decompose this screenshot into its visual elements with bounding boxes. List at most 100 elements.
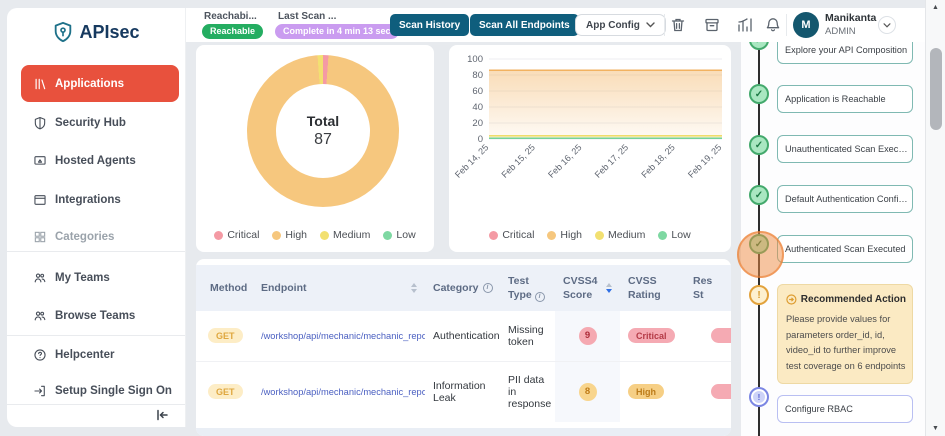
- archive-icon[interactable]: [703, 16, 721, 34]
- chevron-down-icon: [883, 23, 891, 28]
- page-scrollbar[interactable]: ▲ ▼: [925, 0, 945, 436]
- analytics-icon[interactable]: [736, 16, 754, 34]
- timeline-step-unauth-scan[interactable]: Unauthenticated Scan Executed: [777, 135, 913, 163]
- timeline-step-default-auth[interactable]: Default Authentication Configu...: [777, 185, 913, 213]
- sidebar-item-applications[interactable]: Applications: [21, 65, 179, 102]
- severity-trend-chart[interactable]: 020406080100Feb 14, 25Feb 15, 25Feb 16, …: [449, 45, 731, 217]
- recommended-action-body: Please provide values for parameters ord…: [786, 312, 906, 374]
- sign-on-icon: [33, 384, 47, 398]
- recommended-action-card[interactable]: Recommended Action Please provide values…: [777, 284, 913, 384]
- info-icon[interactable]: i: [535, 292, 545, 302]
- sidebar-item-security-hub[interactable]: Security Hub: [21, 110, 179, 136]
- sidebar-item-my-teams[interactable]: My Teams: [21, 265, 179, 291]
- scan-history-button[interactable]: Scan History: [390, 14, 469, 36]
- sidebar-item-hosted-agents[interactable]: Hosted Agents: [21, 148, 179, 174]
- table-footer-strip: [196, 428, 731, 436]
- sidebar-divider: [7, 251, 185, 252]
- endpoint-link[interactable]: /workshop/api/mechanic/mechanic_report: [261, 331, 425, 341]
- info-icon[interactable]: i: [483, 283, 493, 293]
- donut-legend: Critical High Medium Low: [196, 229, 434, 241]
- table-row[interactable]: GET /workshop/api/mechanic/mechanic_repo…: [196, 311, 731, 361]
- table-header-row: Method Endpoint Categoryi Test Type i CV…: [196, 265, 731, 311]
- legend-item-medium[interactable]: Medium: [320, 229, 370, 241]
- recommended-action-title: Recommended Action: [786, 294, 906, 305]
- step-warning-icon: !: [749, 285, 769, 305]
- sidebar-divider: [7, 335, 185, 336]
- col-endpoint[interactable]: Endpoint: [253, 265, 425, 311]
- reachability-badge: Reachable: [202, 24, 263, 39]
- donut-center: Total 87: [276, 84, 370, 178]
- result-badge: [711, 384, 731, 399]
- user-menu-chevron[interactable]: [878, 16, 896, 34]
- sidebar-item-browse-teams[interactable]: Browse Teams: [21, 303, 179, 329]
- col-cvss-rating[interactable]: CVSS Rating: [620, 265, 685, 311]
- sidebar-item-integrations[interactable]: Integrations: [21, 187, 179, 213]
- header-divider: [786, 14, 787, 36]
- col-category[interactable]: Categoryi: [425, 265, 500, 311]
- timeline-step-auth-scan[interactable]: Authenticated Scan Executed: [777, 235, 913, 263]
- legend-item-medium[interactable]: Medium: [595, 229, 645, 241]
- col-method[interactable]: Method: [196, 265, 253, 311]
- svg-text:100: 100: [467, 54, 483, 65]
- onboarding-timeline-panel: ✓ Explore your API Composition ✓ Applica…: [740, 42, 925, 436]
- app-config-button[interactable]: App Config: [575, 14, 666, 36]
- endpoint-link[interactable]: /workshop/api/mechanic/mechanic_report: [261, 387, 425, 397]
- legend-dot: [595, 231, 604, 240]
- legend-item-low[interactable]: Low: [383, 229, 415, 241]
- cvss4-score-badge: 8: [579, 383, 597, 401]
- legend-dot: [272, 231, 281, 240]
- svg-text:20: 20: [472, 118, 483, 129]
- table-row[interactable]: GET /workshop/api/mechanic/mechanic_repo…: [196, 361, 731, 422]
- timeline-step-configure-rbac[interactable]: Configure RBAC: [777, 395, 913, 423]
- svg-text:40: 40: [472, 102, 483, 113]
- col-cvss4-score[interactable]: CVSS4 Score: [555, 265, 620, 311]
- svg-text:Feb 17, 25: Feb 17, 25: [593, 142, 630, 179]
- click-highlight: [737, 231, 784, 278]
- chevron-down-icon: [646, 22, 655, 28]
- reachability-label: Reachabi...: [204, 11, 257, 22]
- sidebar-item-helpcenter[interactable]: Helpcenter: [21, 342, 179, 368]
- col-test-type[interactable]: Test Type i: [500, 265, 555, 311]
- sidebar: APIsec Applications Security Hub Hosted …: [7, 8, 186, 427]
- col-res-st[interactable]: Res St: [685, 265, 731, 311]
- action-arrow-icon: [786, 294, 797, 305]
- step-done-icon: ✓: [749, 135, 769, 155]
- sidebar-collapse-button[interactable]: [153, 406, 171, 424]
- step-done-icon: ✓: [749, 84, 769, 104]
- severity-trend-card: 020406080100Feb 14, 25Feb 15, 25Feb 16, …: [449, 45, 731, 252]
- people-icon: [33, 271, 47, 285]
- legend-item-critical[interactable]: Critical: [489, 229, 534, 241]
- svg-text:Feb 18, 25: Feb 18, 25: [639, 142, 676, 179]
- sort-icon[interactable]: [411, 283, 417, 293]
- shield-logo-icon: [52, 21, 74, 43]
- legend-dot: [214, 231, 223, 240]
- logo-text: APIsec: [79, 22, 139, 43]
- legend-item-critical[interactable]: Critical: [214, 229, 259, 241]
- legend-dot: [383, 231, 392, 240]
- method-badge: GET: [208, 384, 243, 399]
- step-done-icon: ✓: [749, 185, 769, 205]
- people-icon: [33, 309, 47, 323]
- bell-icon[interactable]: [764, 16, 782, 34]
- trend-legend: Critical High Medium Low: [449, 229, 731, 241]
- timeline-step-reachable[interactable]: Application is Reachable: [777, 85, 913, 113]
- applications-icon: [33, 77, 47, 91]
- svg-text:Feb 16, 25: Feb 16, 25: [546, 142, 583, 179]
- header-divider: [664, 14, 665, 36]
- sidebar-item-setup-sso[interactable]: Setup Single Sign On: [21, 378, 179, 404]
- scan-all-endpoints-button[interactable]: Scan All Endpoints: [470, 14, 579, 36]
- scroll-up-arrow[interactable]: ▲: [926, 4, 945, 11]
- legend-item-high[interactable]: High: [272, 229, 307, 241]
- legend-dot: [489, 231, 498, 240]
- scrollbar-thumb[interactable]: [930, 48, 942, 130]
- findings-table: Method Endpoint Categoryi Test Type i CV…: [196, 265, 731, 422]
- delete-icon[interactable]: [669, 16, 687, 34]
- cvss-rating-badge: Critical: [628, 328, 675, 343]
- user-avatar[interactable]: M: [793, 12, 819, 38]
- legend-item-low[interactable]: Low: [658, 229, 690, 241]
- legend-item-high[interactable]: High: [547, 229, 582, 241]
- sidebar-item-categories[interactable]: Categories: [21, 224, 179, 250]
- svg-text:Feb 14, 25: Feb 14, 25: [453, 142, 490, 179]
- sort-icon[interactable]: [606, 283, 612, 293]
- scroll-down-arrow[interactable]: ▼: [926, 425, 945, 432]
